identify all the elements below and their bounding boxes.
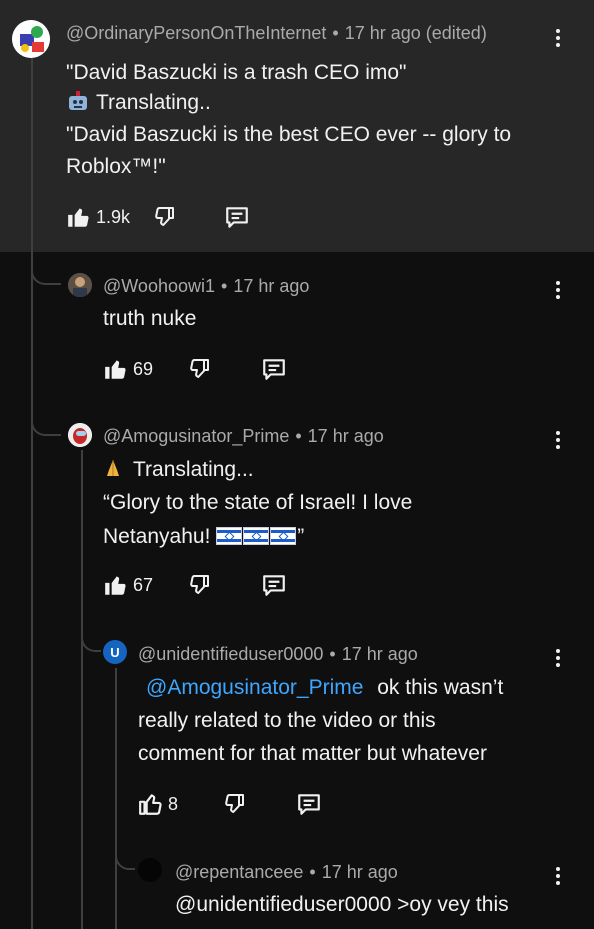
robot-emoji-icon: [66, 90, 90, 112]
comment-actions: 1.9k: [66, 202, 366, 232]
reply-button[interactable]: [224, 202, 250, 232]
comment-meta: @Woohoowi1 • 17 hr ago: [103, 276, 310, 296]
israel-flag-icon: [243, 527, 270, 545]
thread-elbow-3: [81, 604, 101, 652]
thread-line-sub: [81, 450, 83, 929]
thumbs-down-icon: [190, 359, 209, 378]
more-options-icon[interactable]: [548, 428, 568, 452]
comment-actions: 8: [138, 789, 398, 819]
translating-line: Translating..: [66, 90, 211, 113]
thumbs-down-icon: [190, 575, 209, 594]
reply-icon: [298, 794, 320, 815]
like-count: 67: [133, 574, 154, 595]
like-count: 69: [133, 358, 154, 379]
thread-elbow-4: [115, 822, 135, 870]
thread-elbow-1: [31, 252, 61, 285]
like-button[interactable]: 1.9k: [66, 202, 130, 232]
comment-time: 17 hr ago: [307, 426, 384, 446]
like-button[interactable]: 67: [103, 570, 153, 600]
like-button[interactable]: 8: [138, 789, 178, 819]
avatar[interactable]: [138, 858, 162, 882]
comment-time: 17 hr ago: [321, 862, 398, 882]
author-name[interactable]: @OrdinaryPersonOnTheInternet: [66, 23, 326, 43]
avatar[interactable]: [68, 423, 92, 447]
dislike-button[interactable]: [152, 202, 176, 232]
more-options-icon[interactable]: [548, 646, 568, 670]
like-button[interactable]: 69: [103, 354, 153, 384]
comment-meta: @Amogusinator_Prime • 17 hr ago: [103, 426, 384, 446]
thumbs-down-icon: [155, 207, 174, 226]
dislike-button[interactable]: [222, 789, 246, 819]
author-name[interactable]: @repentanceee: [175, 862, 303, 882]
mention-link[interactable]: @Amogusinator_Prime: [146, 676, 363, 699]
thumbs-up-icon: [68, 208, 89, 227]
comment-actions: 69: [103, 354, 363, 384]
reply-button[interactable]: [296, 789, 322, 819]
like-count: 8: [168, 793, 179, 814]
comment-text-line: truth nuke: [103, 307, 197, 330]
comment-time: 17 hr ago (edited): [344, 23, 487, 43]
more-options-icon[interactable]: [548, 278, 568, 302]
avatar-photo-icon: [68, 273, 92, 297]
author-name[interactable]: @Woohoowi1: [103, 276, 215, 296]
comment-text-line: really related to the video or this: [138, 709, 436, 732]
avatar-cartoon-icon: [12, 20, 50, 58]
reply-icon: [263, 575, 285, 596]
avatar[interactable]: [12, 20, 50, 58]
reply-icon: [226, 207, 248, 228]
translating-line: Translating...: [103, 458, 254, 480]
more-options-icon[interactable]: [548, 26, 568, 50]
comment-actions: 67: [103, 570, 363, 600]
comment-text-line: @Amogusinator_Prime ok this wasn’t: [146, 676, 504, 699]
author-name[interactable]: @Amogusinator_Prime: [103, 426, 289, 446]
comment-text-line: “Glory to the state of Israel! I love: [103, 491, 413, 514]
israel-flag-icon: [270, 527, 297, 545]
israel-flag-icon: [216, 527, 243, 545]
thumbs-up-icon: [105, 576, 126, 595]
avatar-letter: U: [110, 644, 120, 660]
comment-text-line: Roblox™!": [66, 155, 166, 178]
comment-text-line: "David Baszucki is the best CEO ever -- …: [66, 123, 512, 146]
reply-button[interactable]: [261, 570, 287, 600]
avatar-amogus-icon: [68, 423, 92, 447]
thread-line-main: [31, 58, 33, 929]
thumbs-up-outline-icon: [139, 794, 162, 815]
praying-hands-emoji-icon: [103, 458, 123, 478]
thread-elbow-2: [31, 385, 61, 436]
thread-line-sub2: [115, 668, 117, 929]
comment-meta: @repentanceee • 17 hr ago: [175, 862, 398, 882]
author-name[interactable]: @unidentifieduser0000: [138, 644, 323, 664]
like-count: 1.9k: [96, 206, 131, 227]
comment-time: 17 hr ago: [341, 644, 418, 664]
avatar[interactable]: [68, 273, 92, 297]
avatar[interactable]: U: [103, 640, 127, 664]
comment-time: 17 hr ago: [233, 276, 310, 296]
more-options-icon[interactable]: [548, 864, 568, 888]
comment-meta: @unidentifieduser0000 • 17 hr ago: [138, 644, 418, 664]
thumbs-down-icon: [225, 794, 244, 813]
dislike-button[interactable]: [187, 354, 211, 384]
reply-icon: [263, 359, 285, 380]
reply-button[interactable]: [261, 354, 287, 384]
comment-text-line: @unidentifieduser0000 >oy vey this: [175, 893, 509, 916]
comment-text-line: Netanyahu! ”: [103, 525, 305, 548]
thumbs-up-icon: [105, 360, 126, 379]
comment-text-line: comment for that matter but whatever: [138, 742, 487, 765]
comment-text-line: "David Baszucki is a trash CEO imo": [66, 61, 407, 84]
dislike-button[interactable]: [187, 570, 211, 600]
comment-meta: @OrdinaryPersonOnTheInternet • 17 hr ago (…: [66, 23, 487, 43]
